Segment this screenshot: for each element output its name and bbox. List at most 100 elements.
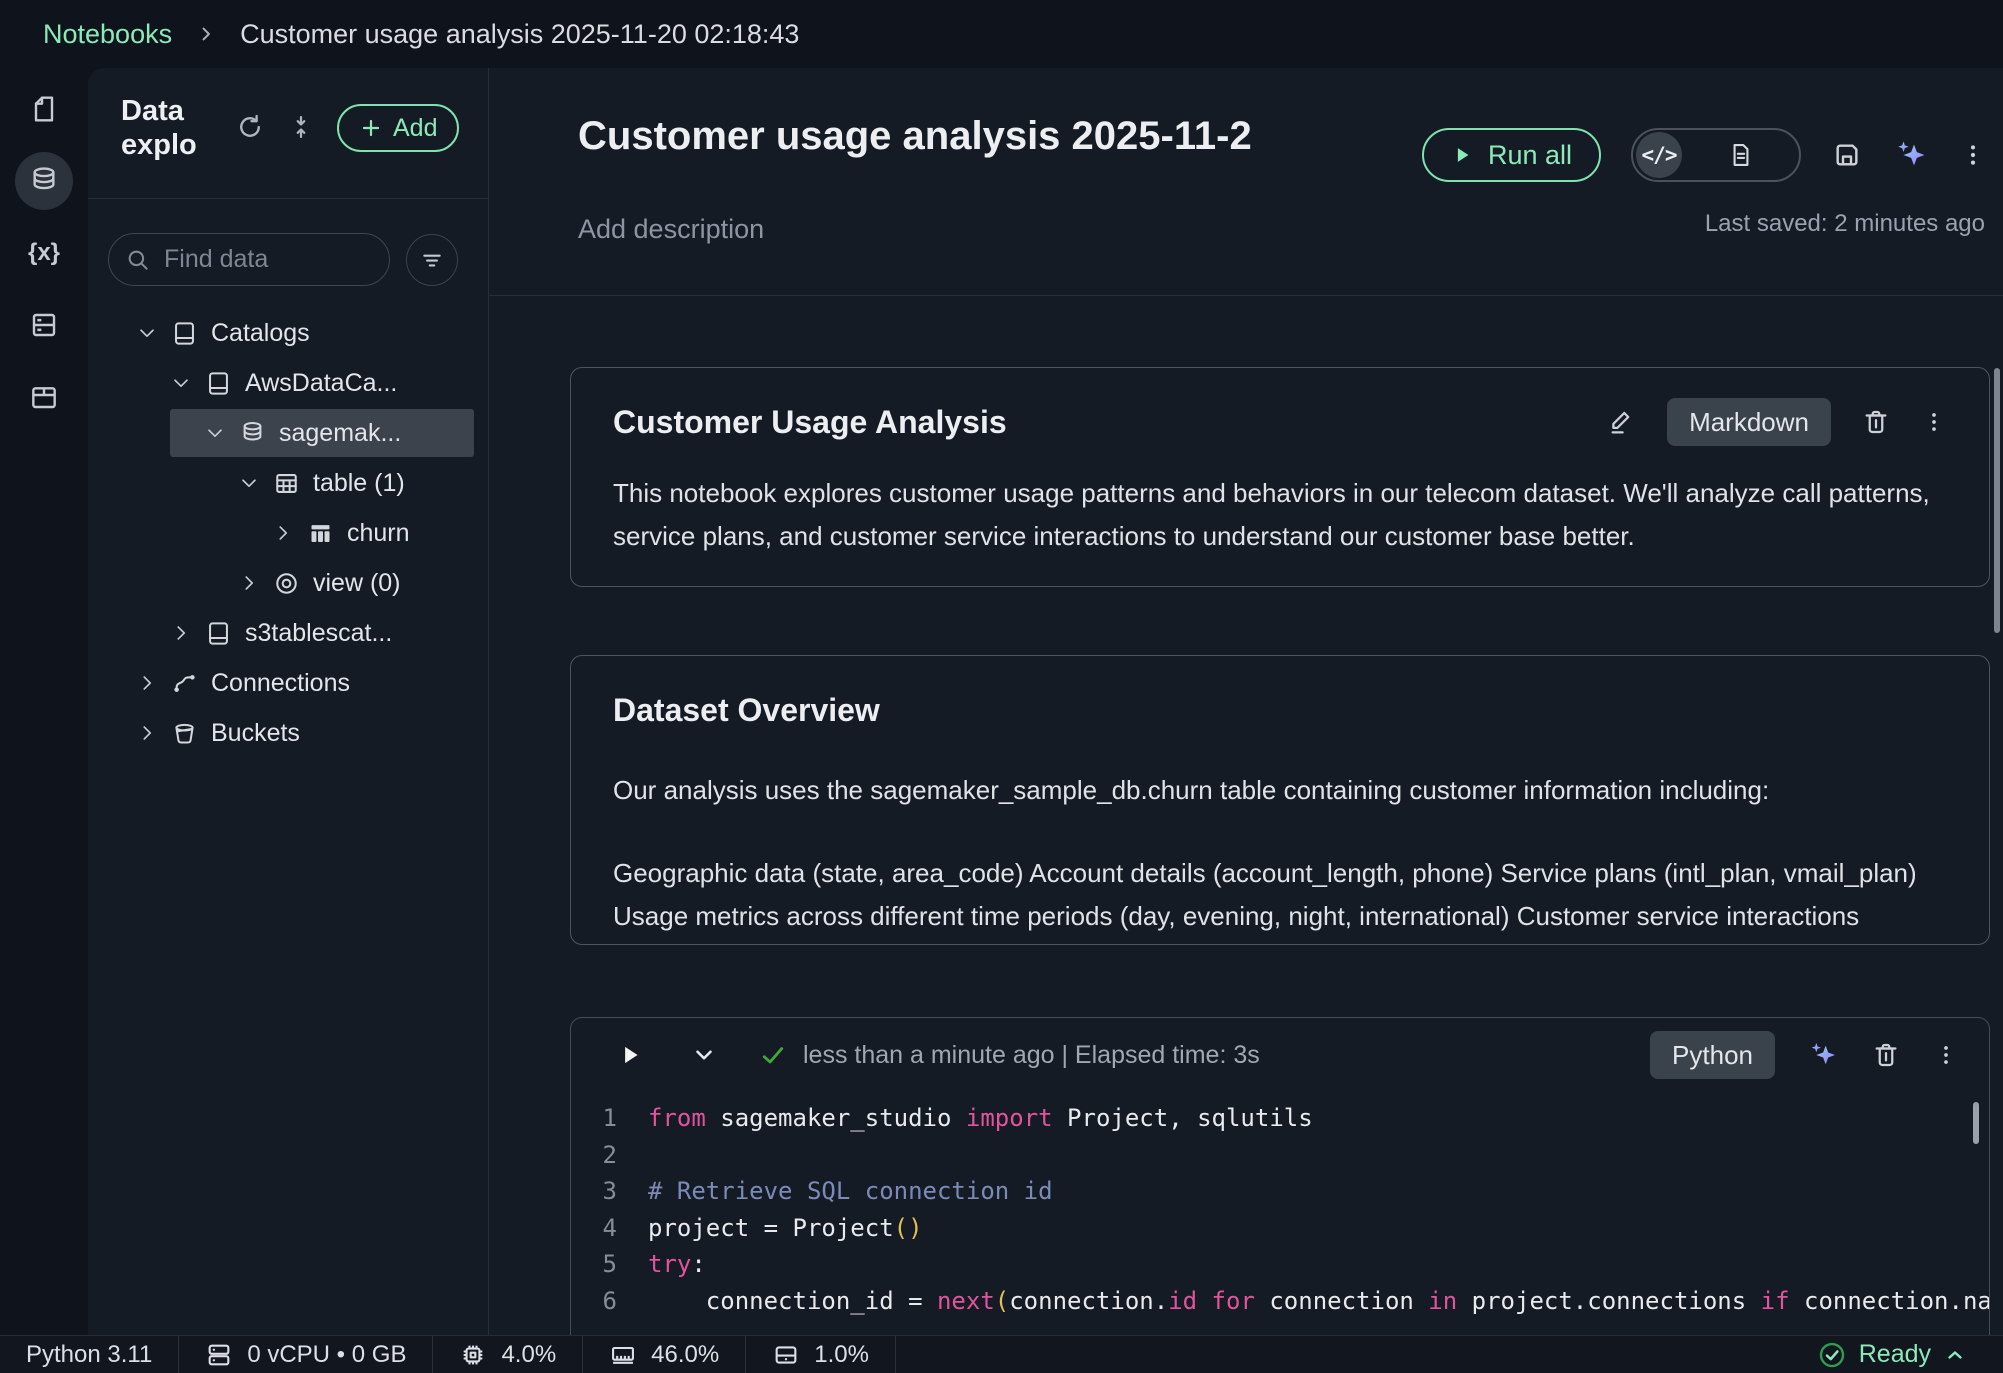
cell-menu-button[interactable]	[1933, 1042, 1959, 1068]
markdown-cell-2[interactable]: Dataset Overview Our analysis uses the s…	[570, 655, 1990, 945]
code-editor[interactable]: 1 from sagemaker_studio import Project, s…	[571, 1092, 1989, 1319]
code-text: # Retrieve SQL connection id	[648, 1177, 1053, 1205]
collapse-panel-button[interactable]	[287, 113, 315, 144]
line-number: 1	[571, 1104, 617, 1132]
markdown-cell-1[interactable]: Customer Usage Analysis Markdown	[570, 367, 1990, 587]
run-all-button[interactable]: Run all	[1422, 128, 1601, 182]
code-line[interactable]: 2	[571, 1137, 1989, 1174]
code-line[interactable]: 5try:	[571, 1246, 1989, 1283]
tree-item-buckets[interactable]: Buckets	[88, 708, 488, 758]
code-scrollbar-thumb[interactable]	[1973, 1102, 1979, 1144]
compute-status[interactable]: 0 vCPU • 0 GB	[179, 1336, 433, 1373]
line-number: 5	[571, 1250, 617, 1278]
disk-status[interactable]: 1.0%	[746, 1336, 896, 1373]
kernel-ready-indicator[interactable]: Ready	[1817, 1340, 1967, 1370]
disk-label: 1.0%	[814, 1341, 869, 1369]
tree-item-awsdataca[interactable]: AwsDataCa...	[88, 358, 488, 408]
code-line[interactable]: 4 project = Project()	[571, 1210, 1989, 1247]
kernel-status[interactable]: Python 3.11	[0, 1336, 179, 1373]
ai-assistant-button[interactable]	[1807, 1039, 1839, 1071]
catalog-icon	[171, 320, 198, 347]
code-line[interactable]: 1 from sagemaker_studio import Project, s…	[571, 1100, 1989, 1137]
doc-view-toggle[interactable]	[1682, 141, 1799, 169]
delete-cell-button[interactable]	[1871, 1040, 1901, 1070]
play-icon	[617, 1042, 643, 1068]
tree-item-label: churn	[347, 519, 410, 548]
chevron-right-icon[interactable]	[136, 722, 158, 744]
chevron-right-icon[interactable]	[170, 622, 192, 644]
tree-item-view-0[interactable]: view (0)	[88, 558, 488, 608]
code-text: from sagemaker_studio import Project, sq…	[648, 1104, 1313, 1132]
rail-storage-button[interactable]	[15, 368, 73, 426]
chevron-down-icon[interactable]	[238, 472, 260, 494]
breadcrumb-notebooks-link[interactable]: Notebooks	[43, 19, 172, 50]
rail-files-button[interactable]	[15, 80, 73, 138]
collapse-cell-button[interactable]	[691, 1042, 717, 1068]
chevron-right-icon[interactable]	[238, 572, 260, 594]
filter-button[interactable]	[406, 234, 458, 286]
run-cell-button[interactable]	[617, 1042, 643, 1068]
tree-item-catalogs[interactable]: Catalogs	[88, 308, 488, 358]
cpu-chip-icon	[459, 1341, 487, 1369]
rail-panels-button[interactable]	[15, 296, 73, 354]
search-input[interactable]	[164, 245, 354, 274]
cell-language-badge[interactable]: Python	[1650, 1031, 1775, 1079]
tree-item-table-1[interactable]: table (1)	[88, 458, 488, 508]
cpu-status[interactable]: 4.0%	[433, 1336, 583, 1373]
kebab-menu-icon	[1959, 141, 1987, 169]
code-text: connection_id = next(connection.id for c…	[648, 1287, 1989, 1315]
tree-item-s3tablescat[interactable]: s3tablescat...	[88, 608, 488, 658]
notebook-menu-button[interactable]	[1959, 141, 1987, 169]
edit-cell-button[interactable]	[1607, 407, 1637, 437]
ai-assistant-button[interactable]	[1893, 137, 1929, 173]
kernel-label: Python 3.11	[26, 1341, 152, 1369]
code-text: project = Project()	[648, 1214, 923, 1242]
chevron-right-icon[interactable]	[272, 522, 294, 544]
delete-cell-button[interactable]	[1861, 407, 1891, 437]
database-icon	[28, 165, 60, 197]
code-line[interactable]: 3# Retrieve SQL connection id	[571, 1173, 1989, 1210]
catalog-icon	[205, 620, 232, 647]
tree-item-churn[interactable]: churn	[88, 508, 488, 558]
chevron-down-icon[interactable]	[170, 372, 192, 394]
columns-icon	[307, 520, 334, 547]
tree-item-sagemak[interactable]: sagemak...	[88, 408, 488, 458]
success-check-icon	[759, 1041, 787, 1069]
run-all-label: Run all	[1488, 140, 1572, 171]
add-data-button[interactable]: Add	[337, 104, 459, 152]
memory-status[interactable]: 46.0%	[583, 1336, 746, 1373]
memory-icon	[609, 1341, 637, 1369]
explorer-title: Data explo	[121, 94, 227, 162]
code-doc-toggle: </>	[1631, 128, 1801, 182]
tree-item-label: Buckets	[211, 719, 300, 748]
chevron-down-icon[interactable]	[136, 322, 158, 344]
chevron-down-icon[interactable]	[204, 422, 226, 444]
cell-paragraph-2: Geographic data (state, area_code) Accou…	[613, 852, 1947, 938]
variables-icon: {x}	[28, 239, 60, 267]
kebab-menu-icon	[1933, 1042, 1959, 1068]
rail-data-button[interactable]	[15, 152, 73, 210]
notebook-main: Customer usage analysis 2025-11-2 Run al…	[489, 68, 2003, 1335]
data-tree: CatalogsAwsDataCa...sagemak...table (1) c…	[88, 308, 488, 758]
find-data-search[interactable]	[108, 233, 390, 286]
line-number: 4	[571, 1214, 617, 1242]
code-line[interactable]: 6 connection_id = next(connection.id for…	[571, 1283, 1989, 1320]
collapse-vertical-icon	[287, 113, 315, 141]
save-button[interactable]	[1831, 139, 1863, 171]
breadcrumb-chevron-icon	[196, 24, 216, 44]
cpu-label: 4.0%	[501, 1341, 556, 1369]
chevron-right-icon[interactable]	[136, 672, 158, 694]
code-view-toggle[interactable]: </>	[1636, 132, 1682, 178]
sparkle-icon	[1893, 137, 1929, 173]
cell-type-badge[interactable]: Markdown	[1667, 398, 1831, 446]
code-cell[interactable]: less than a minute ago | Elapsed time: 3…	[570, 1017, 1990, 1335]
tree-item-connections[interactable]: Connections	[88, 658, 488, 708]
add-description-field[interactable]: Add description	[578, 214, 764, 245]
database-icon	[239, 420, 266, 447]
line-number: 2	[571, 1141, 617, 1169]
refresh-button[interactable]	[235, 112, 265, 145]
table-icon	[273, 470, 300, 497]
notebook-scrollbar-thumb[interactable]	[1994, 368, 2000, 633]
rail-variables-button[interactable]: {x}	[15, 224, 73, 282]
cell-menu-button[interactable]	[1921, 409, 1947, 435]
